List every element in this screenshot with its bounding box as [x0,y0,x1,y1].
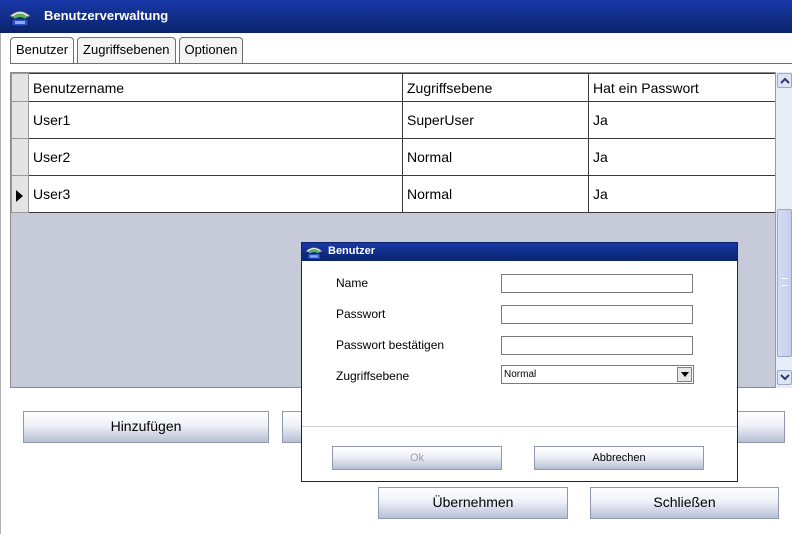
row-selector[interactable] [11,138,29,176]
add-user-button[interactable]: Hinzufügen [23,411,269,443]
scroll-grip-icon [782,278,788,286]
access-level-label: Zugriffsebene [336,369,410,383]
ok-button[interactable]: Ok [332,446,502,470]
window-title: Benutzerverwaltung [44,8,169,23]
scroll-up-button[interactable] [777,73,792,88]
dropdown-button[interactable] [677,367,692,382]
name-label: Name [336,276,369,290]
grid-vertical-scrollbar[interactable] [775,72,792,388]
column-header-access-level[interactable]: Zugriffsebene [402,73,589,102]
cancel-button[interactable]: Abbrechen [534,446,704,470]
user-dialog: Benutzer Name Passwort Passwort bestätig… [301,242,738,482]
dialog-titlebar: Benutzer [302,243,737,261]
app-icon [9,7,31,27]
chevron-down-icon [780,374,790,381]
confirm-password-label: Passwort bestätigen [336,338,445,352]
cell-username[interactable]: User2 [28,138,403,176]
cell-access-level[interactable]: Normal [402,138,589,176]
tab-optionen[interactable]: Optionen [178,37,244,63]
table-row[interactable]: User1 SuperUser Ja [11,101,776,139]
password-input[interactable] [501,305,693,324]
cell-access-level[interactable]: SuperUser [402,101,589,139]
dialog-title: Benutzer [328,245,376,257]
table-row[interactable]: User3 Normal Ja [11,175,776,213]
dialog-separator [302,426,737,427]
cell-has-password[interactable]: Ja [588,101,776,139]
cell-username[interactable]: User1 [28,101,403,139]
chevron-up-icon [780,77,790,84]
tab-bar: Benutzer Zugriffsebenen Optionen [10,37,246,64]
table-row[interactable]: User2 Normal Ja [11,138,776,176]
cell-has-password[interactable]: Ja [588,138,776,176]
dialog-app-icon [305,244,323,260]
cell-access-level[interactable]: Normal [402,175,589,213]
row-header-corner [11,73,29,102]
cell-has-password[interactable]: Ja [588,175,776,213]
row-selector[interactable] [11,101,29,139]
name-input[interactable] [501,274,693,293]
scroll-down-button[interactable] [777,370,792,385]
tab-underline [10,63,792,64]
window-titlebar: Benutzerverwaltung [0,0,792,33]
user-table: Benutzername Zugriffsebene Hat ein Passw… [11,73,776,213]
confirm-password-input[interactable] [501,336,693,355]
dropdown-arrow-icon [681,372,689,377]
close-button[interactable]: Schließen [590,487,779,519]
scroll-thumb[interactable] [777,209,792,357]
column-header-username[interactable]: Benutzername [28,73,403,102]
password-label: Passwort [336,307,386,321]
current-row-arrow-icon [16,190,23,202]
column-header-has-password[interactable]: Hat ein Passwort [588,73,776,102]
tab-benutzer[interactable]: Benutzer [10,37,75,64]
access-level-select[interactable]: Normal [501,365,694,384]
access-level-selected-value: Normal [504,369,537,380]
table-header-row: Benutzername Zugriffsebene Hat ein Passw… [11,73,776,102]
cell-username[interactable]: User3 [28,175,403,213]
row-selector-current[interactable] [11,175,29,213]
apply-button[interactable]: Übernehmen [378,487,568,519]
tab-zugriffsebenen[interactable]: Zugriffsebenen [77,37,176,63]
